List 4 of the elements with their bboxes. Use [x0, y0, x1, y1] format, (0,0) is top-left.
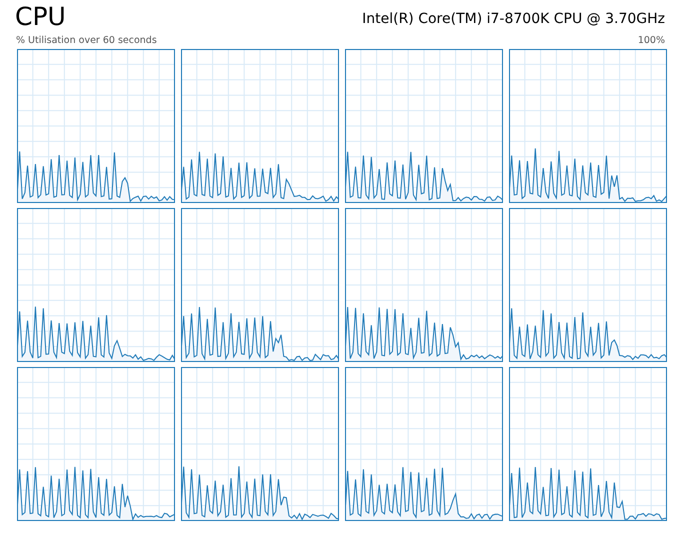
processor-name: Intel(R) Core(TM) i7-8700K CPU @ 3.70GHz: [362, 11, 665, 29]
page-title: CPU: [15, 2, 66, 31]
axis-label: % Utilisation over 60 seconds: [16, 35, 157, 46]
max-label: 100%: [638, 35, 665, 46]
